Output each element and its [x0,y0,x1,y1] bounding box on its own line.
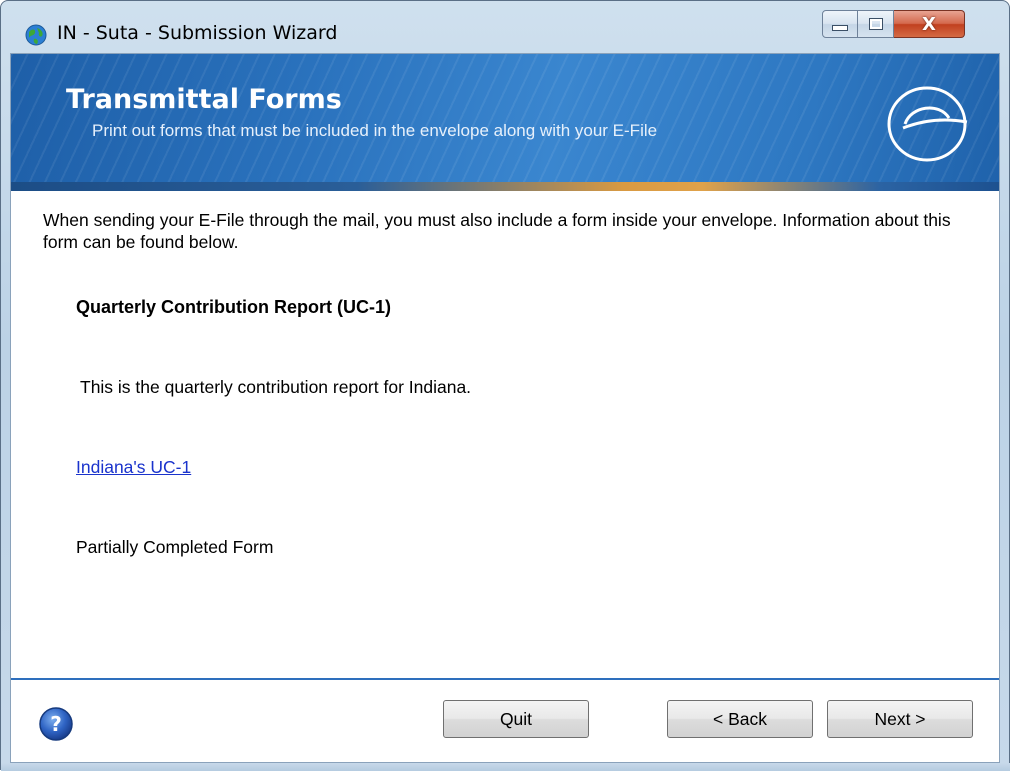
maximize-icon [868,18,883,30]
globe-icon [25,24,47,46]
back-button[interactable]: < Back [667,700,813,738]
close-icon: X [922,13,936,35]
wizard-client-area: Transmittal Forms Print out forms that m… [10,53,1000,763]
minimize-icon [832,25,848,31]
form-title: Quarterly Contribution Report (UC-1) [76,297,391,317]
form-description: This is the quarterly contribution repor… [80,377,472,397]
e-logo-icon [887,86,968,162]
wizard-header-banner: Transmittal Forms Print out forms that m… [11,54,999,191]
banner-accent-stripe [11,182,999,191]
footer-separator [11,678,999,680]
form-download-link[interactable]: Indiana's UC-1 [76,457,191,478]
close-button[interactable]: X [894,10,965,38]
quit-button[interactable]: Quit [443,700,589,738]
wizard-window: IN - Suta - Submission Wizard X Transmit… [0,0,1010,771]
next-button[interactable]: Next > [827,700,973,738]
window-controls: X [822,10,1000,38]
minimize-button[interactable] [822,10,858,38]
title-bar[interactable]: IN - Suta - Submission Wizard X [1,1,1009,53]
page-subtitle: Print out forms that must be included in… [92,121,658,140]
form-status-text: Partially Completed Form [76,537,274,557]
window-title: IN - Suta - Submission Wizard [57,22,338,44]
intro-text: When sending your E-File through the mai… [43,210,951,252]
page-title: Transmittal Forms [66,84,342,115]
maximize-button[interactable] [858,10,894,38]
help-icon[interactable]: ? [38,706,74,742]
svg-text:?: ? [50,712,62,736]
